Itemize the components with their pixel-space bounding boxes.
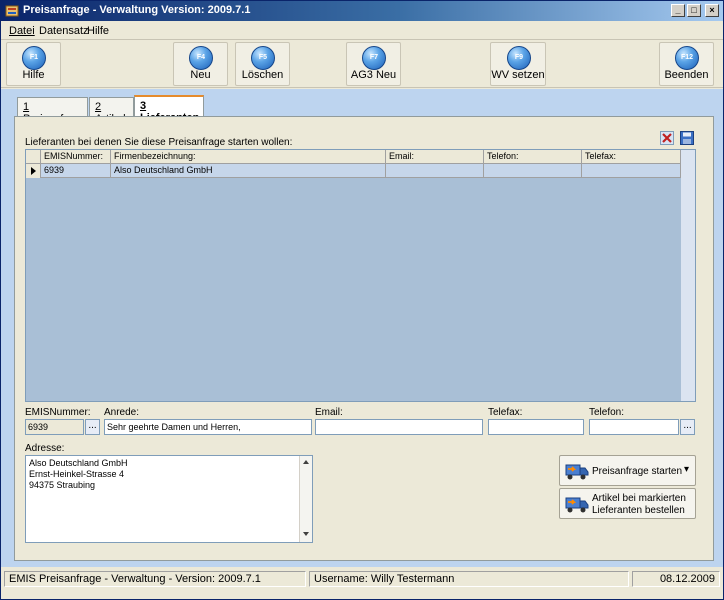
cell-telefax[interactable] [582,164,681,178]
email-label: Email: [315,407,343,418]
table-row[interactable]: 6939 Also Deutschland GmbH [26,164,681,178]
grid-header: EMISNummer: Firmenbezeichnung: Email: Te… [26,150,695,164]
help-button[interactable]: F1 Hilfe [6,42,61,86]
address-line-3: 94375 Straubing [29,480,96,490]
tab-preisanfrage-num: 1 [23,101,30,113]
order-items-button[interactable]: Artikel bei markierten Lieferanten beste… [559,488,696,519]
anrede-field[interactable]: Sehr geehrte Damen und Herren, [104,419,312,435]
col-header-telefon[interactable]: Telefon: [484,150,582,164]
address-textarea[interactable]: Also Deutschland GmbH Ernst-Heinkel-Stra… [25,455,313,543]
f9-key-icon: F9 [507,46,531,70]
address-scrollbar[interactable] [299,456,312,542]
tab-lieferanten-num: 3 [140,100,147,112]
supplier-grid[interactable]: EMISNummer: Firmenbezeichnung: Email: Te… [25,149,696,402]
main-window: Preisanfrage - Verwaltung Version: 2009.… [0,0,724,600]
emis-label: EMISNummer: [25,407,91,418]
col-header-telefax[interactable]: Telefax: [582,150,681,164]
col-header-firmenbezeichnung[interactable]: Firmenbezeichnung: [111,150,386,164]
anrede-label: Anrede: [104,407,140,418]
email-field[interactable] [315,419,483,435]
scroll-down-icon[interactable] [303,532,309,536]
scroll-up-icon[interactable] [303,460,309,464]
order-items-label-2: Lieferanten bestellen [592,505,685,516]
maximize-button[interactable]: □ [687,4,701,17]
tab-artikel[interactable]: 2 Artikel [89,97,134,125]
emis-lookup-button[interactable]: ... [85,419,100,435]
cell-email[interactable] [386,164,484,178]
f7-key-icon: F7 [362,46,386,70]
tab-lieferanten[interactable]: 3 Lieferanten [134,95,204,124]
col-header-emisnummer[interactable]: EMISNummer: [41,150,111,164]
title-bar[interactable]: Preisanfrage - Verwaltung Version: 2009.… [1,1,723,21]
grid-header-indicator [26,150,41,164]
app-icon [5,5,19,17]
exit-button-label: Beenden [664,69,709,81]
f12-key-icon: F12 [675,46,699,70]
f4-key-icon: F4 [189,46,213,70]
cell-emisnummer[interactable]: 6939 [41,164,111,178]
delete-button[interactable]: F5 Löschen [235,42,290,86]
status-user: Username: Willy Testermann [309,571,629,587]
menu-datei[interactable]: Datei [9,25,35,37]
close-button[interactable]: × [705,4,719,17]
tab-preisanfrage[interactable]: 1 Preisanfrage [17,97,88,125]
ag3-new-button[interactable]: F7 AG3 Neu [346,42,401,86]
new-button-label: Neu [190,69,211,81]
adresse-label: Adresse: [25,443,65,454]
window-title: Preisanfrage - Verwaltung Version: 2009.… [23,4,251,16]
tab-artikel-num: 2 [95,101,102,113]
address-line-1: Also Deutschland GmbH [29,458,128,468]
telefax-label: Telefax: [488,407,523,418]
f1-key-icon: F1 [22,46,46,70]
status-date: 08.12.2009 [632,571,720,587]
delete-x-icon[interactable] [660,131,674,145]
address-line-2: Ernst-Heinkel-Strasse 4 [29,469,125,479]
f5-key-icon: F5 [251,46,275,70]
emis-field[interactable]: 6939 [25,419,84,435]
chevron-down-icon[interactable]: ▾ [684,464,689,475]
minimize-button[interactable]: _ [671,4,685,17]
telefon-label: Telefon: [589,407,625,418]
row-indicator-cell [26,164,41,178]
new-button[interactable]: F4 Neu [173,42,228,86]
exit-button[interactable]: F12 Beenden [659,42,714,86]
ag3-new-button-label: AG3 Neu [350,69,397,81]
col-header-email[interactable]: Email: [386,150,484,164]
telefax-field[interactable] [488,419,584,435]
menu-hilfe[interactable]: Hilfe [87,25,109,37]
row-pointer-icon [31,167,36,175]
toolbar: F1 Hilfe F4 Neu F5 Löschen F7 AG3 Neu F9… [1,40,723,88]
wv-set-button-label: WV setzen [491,69,545,81]
grid-scrollbar[interactable] [681,150,695,401]
status-bar: EMIS Preisanfrage - Verwaltung - Version… [1,568,723,589]
start-inquiry-button[interactable]: Preisanfrage starten ▾ [559,455,696,486]
status-app: EMIS Preisanfrage - Verwaltung - Version… [4,571,306,587]
order-items-label-1: Artikel bei markierten [592,493,686,504]
telefon-field[interactable] [589,419,679,435]
wv-set-button[interactable]: F9 WV setzen [490,42,546,86]
start-inquiry-label: Preisanfrage starten [592,466,683,477]
telefon-lookup-button[interactable]: ... [680,419,695,435]
truck-icon [565,464,589,480]
menu-datensatz[interactable]: Datensatz [39,25,89,37]
cell-telefon[interactable] [484,164,582,178]
menu-bar: Datei Datensatz Hilfe [1,22,723,40]
cell-firmenbezeichnung[interactable]: Also Deutschland GmbH [111,164,386,178]
save-disk-icon[interactable] [680,131,694,145]
truck-order-icon [565,497,589,513]
grid-caption: Lieferanten bei denen Sie diese Preisanf… [25,137,293,148]
delete-button-label: Löschen [241,69,284,81]
help-button-label: Hilfe [22,69,45,81]
